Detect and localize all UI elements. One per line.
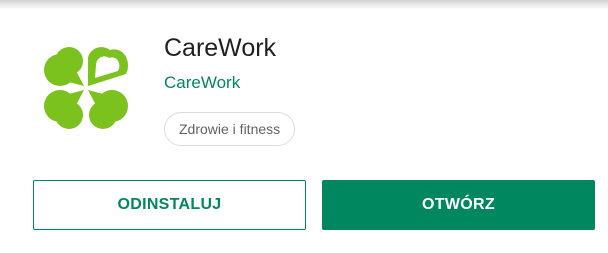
category-chip[interactable]: Zdrowie i fitness xyxy=(164,112,296,146)
app-icon[interactable] xyxy=(38,40,134,136)
clover-heart-icon xyxy=(44,47,129,129)
app-title: CareWork xyxy=(164,34,277,62)
developer-link[interactable]: CareWork xyxy=(164,73,240,93)
top-shadow-divider xyxy=(0,0,608,9)
open-button[interactable]: OTWÓRZ xyxy=(322,180,595,230)
uninstall-button[interactable]: ODINSTALUJ xyxy=(33,180,306,230)
